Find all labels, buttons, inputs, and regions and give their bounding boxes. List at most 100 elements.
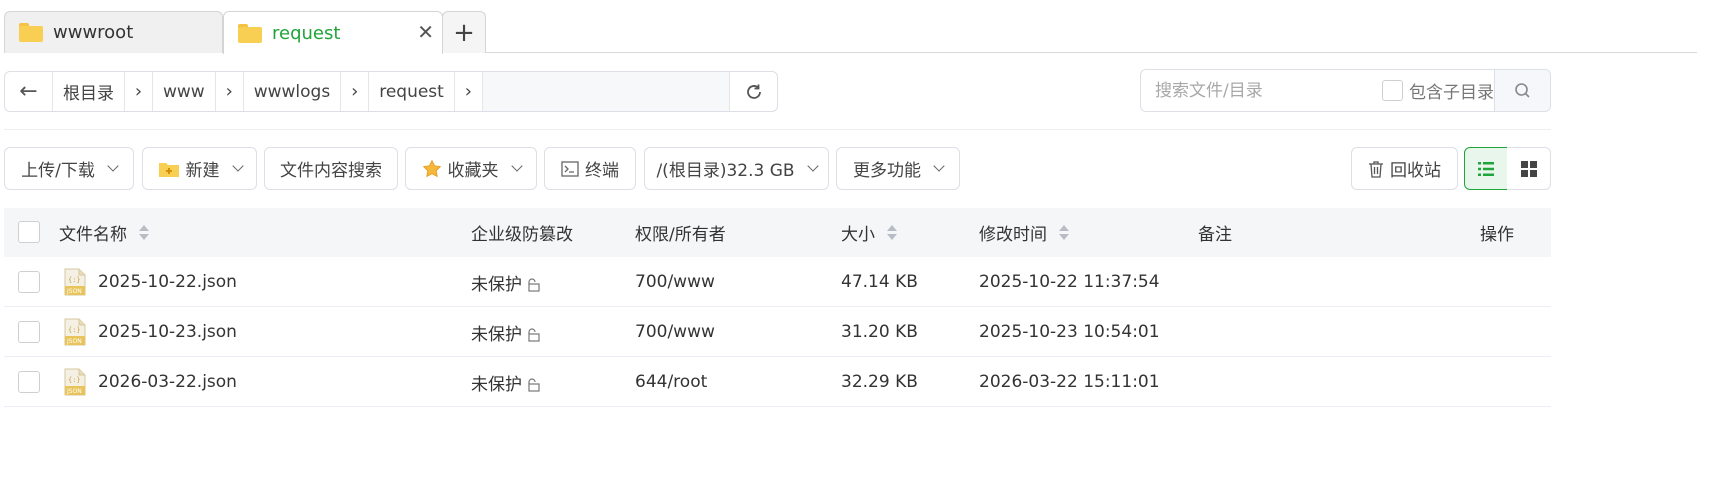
tab-request[interactable]: request ✕ (223, 11, 443, 54)
chevron-down-icon (107, 160, 119, 172)
divider (4, 129, 1551, 130)
include-subdir-checkbox[interactable]: 包含子目录 (1382, 78, 1494, 103)
modified-time: 2026-03-22 15:11:01 (979, 372, 1160, 392)
terminal-label: 终端 (585, 161, 619, 181)
tab-label: request (272, 22, 341, 44)
column-mtime[interactable]: 修改时间 (979, 208, 1069, 257)
column-permission: 权限/所有者 (635, 208, 726, 257)
column-label: 操作 (1480, 225, 1514, 245)
favorites-button[interactable]: 收藏夹 (405, 147, 537, 190)
column-label: 企业级防篡改 (471, 225, 573, 245)
select-all-checkbox[interactable] (18, 221, 40, 243)
row-checkbox[interactable] (18, 371, 40, 393)
chevron-right-icon[interactable]: › (125, 72, 153, 111)
breadcrumb-item-root[interactable]: 根目录 (53, 72, 125, 111)
svg-text:JSON: JSON (66, 338, 82, 345)
checkbox[interactable] (1382, 80, 1403, 101)
chevron-right-icon[interactable]: › (341, 72, 370, 111)
svg-text:JSON: JSON (66, 388, 82, 395)
favorites-label: 收藏夹 (447, 161, 499, 181)
breadcrumb-item-www[interactable]: www (153, 72, 216, 111)
tab-label: wwwroot (53, 22, 134, 43)
file-size: 47.14 KB (841, 272, 918, 292)
sort-icon[interactable] (139, 225, 149, 240)
row-checkbox[interactable] (18, 271, 40, 293)
unlock-icon (528, 278, 540, 292)
modified-time: 2025-10-22 11:37:54 (979, 272, 1160, 292)
permission[interactable]: 700/www (635, 307, 715, 357)
path-input-area[interactable] (482, 72, 729, 111)
search-button[interactable] (1494, 70, 1550, 111)
new-folder-icon (158, 162, 179, 177)
svg-text:JSON: JSON (66, 288, 82, 295)
column-size[interactable]: 大小 (841, 208, 897, 257)
table-row[interactable]: {:} JSON 2026-03-22.json 未保护 644/root 32… (4, 357, 1551, 407)
upload-download-button[interactable]: 上传/下载 (4, 147, 134, 190)
search-icon (1514, 82, 1530, 98)
column-name[interactable]: 文件名称 (59, 208, 149, 257)
protect-status-label: 未保护 (471, 374, 522, 395)
row-checkbox[interactable] (18, 321, 40, 343)
column-label: 修改时间 (979, 225, 1047, 245)
file-name[interactable]: 2025-10-22.json (98, 257, 237, 307)
protect-status[interactable]: 未保护 (471, 357, 541, 407)
new-button[interactable]: 新建 (142, 147, 257, 190)
svg-text:{:}: {:} (68, 276, 81, 284)
terminal-button[interactable]: 终端 (544, 147, 636, 190)
breadcrumb-item-wwwlogs[interactable]: wwwlogs (244, 72, 342, 111)
chevron-down-icon (231, 160, 244, 172)
table-row[interactable]: {:} JSON 2025-10-22.json 未保护 700/www 47.… (4, 257, 1551, 307)
trash-icon (1369, 160, 1383, 178)
search-box: 包含子目录 (1140, 69, 1551, 112)
sort-icon[interactable] (1059, 225, 1069, 240)
column-label: 权限/所有者 (635, 225, 726, 245)
more-label: 更多功能 (853, 161, 921, 181)
search-input[interactable] (1155, 70, 1360, 111)
file-name[interactable]: 2025-10-23.json (98, 307, 237, 357)
grid-view-button[interactable] (1507, 147, 1551, 190)
breadcrumb-item-request[interactable]: request (369, 72, 455, 111)
chevron-right-icon[interactable]: › (455, 72, 483, 111)
close-icon[interactable]: ✕ (417, 20, 434, 44)
recycle-bin-button[interactable]: 回收站 (1351, 147, 1458, 190)
svg-text:{:}: {:} (68, 326, 81, 334)
sort-icon[interactable] (887, 225, 897, 240)
file-name[interactable]: 2026-03-22.json (98, 357, 237, 407)
modified-time: 2025-10-23 10:54:01 (979, 322, 1160, 342)
tab-wwwroot[interactable]: wwwroot (4, 11, 223, 53)
upload-download-label: 上传/下载 (21, 161, 95, 181)
include-subdir-label: 包含子目录 (1409, 83, 1494, 103)
folder-icon (238, 23, 262, 43)
table-header: 文件名称 企业级防篡改 权限/所有者 大小 修改时间 备注 操作 (4, 208, 1551, 257)
chevron-down-icon (806, 160, 819, 172)
protect-status-label: 未保护 (471, 324, 522, 345)
column-note: 备注 (1198, 208, 1232, 257)
star-icon (422, 159, 441, 177)
column-protect: 企业级防篡改 (471, 208, 573, 257)
terminal-icon (561, 160, 579, 177)
disk-select[interactable]: /(根目录)32.3 GB (644, 147, 829, 190)
content-search-button[interactable]: 文件内容搜索 (264, 147, 398, 190)
folder-icon (19, 23, 43, 42)
column-ops: 操作 (1480, 208, 1514, 257)
file-size: 32.29 KB (841, 372, 918, 392)
list-view-button[interactable] (1464, 147, 1508, 190)
protect-status[interactable]: 未保护 (471, 257, 541, 307)
svg-text:{:}: {:} (68, 376, 81, 384)
column-label: 大小 (841, 225, 875, 245)
add-tab-button[interactable]: + (442, 11, 486, 53)
refresh-button[interactable] (729, 72, 777, 111)
protect-status[interactable]: 未保护 (471, 307, 541, 357)
more-functions-button[interactable]: 更多功能 (836, 147, 960, 190)
disk-label: /(根目录)32.3 GB (656, 161, 795, 181)
json-file-icon: {:} JSON (64, 318, 86, 346)
protect-status-label: 未保护 (471, 274, 522, 295)
permission[interactable]: 644/root (635, 357, 707, 407)
chevron-right-icon[interactable]: › (216, 72, 244, 111)
permission[interactable]: 700/www (635, 257, 715, 307)
table-row[interactable]: {:} JSON 2025-10-23.json 未保护 700/www 31.… (4, 307, 1551, 357)
back-button[interactable]: ← (5, 72, 53, 111)
file-size: 31.20 KB (841, 322, 918, 342)
column-label: 文件名称 (59, 225, 127, 245)
unlock-icon (528, 328, 540, 342)
